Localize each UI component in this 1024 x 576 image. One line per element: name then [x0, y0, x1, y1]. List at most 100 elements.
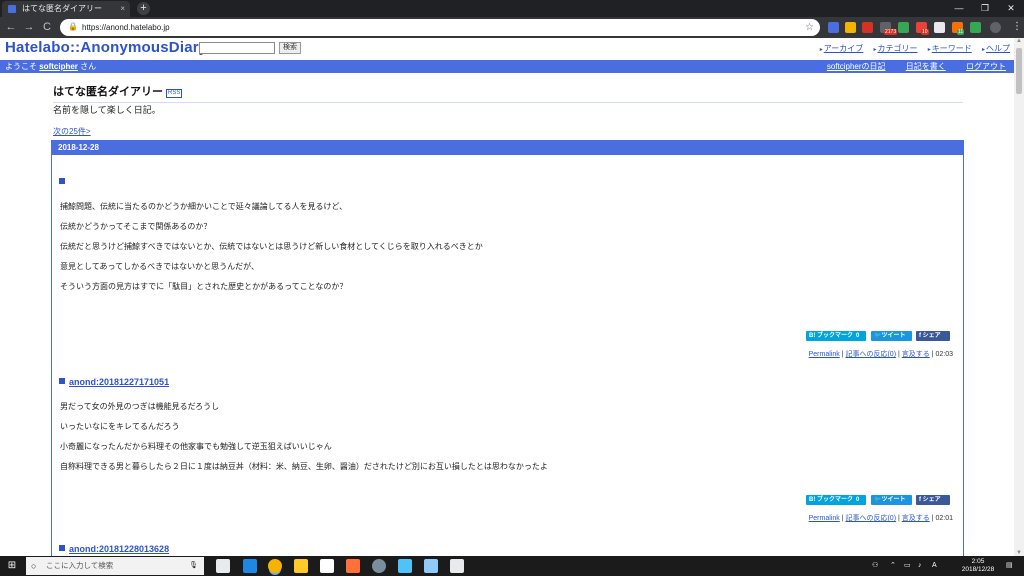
username-link[interactable]: softcipher [39, 62, 78, 71]
page-title[interactable]: はてな匿名ダイアリー [53, 86, 163, 98]
security-app-icon[interactable] [398, 559, 412, 573]
facebook-label: シェア [922, 497, 941, 503]
edge-icon[interactable] [243, 559, 257, 573]
profile-avatar[interactable] [990, 22, 1001, 33]
page-title-block: はてな匿名ダイアリー RSS [53, 82, 963, 103]
new-tab-button[interactable]: + [137, 2, 150, 15]
tray-overflow-icon[interactable]: ⌃ [890, 556, 896, 576]
page-viewport: Hatelabo::AnonymousDiary 検索 アーカイブ カテゴリー … [0, 38, 1014, 556]
entry-paragraph: いったいなにをキレてるんだろう [60, 422, 180, 431]
welcome-suffix: さん [80, 62, 97, 71]
permalink-link[interactable]: Permalink [809, 351, 840, 358]
windows-start-icon[interactable]: ⊞ [0, 556, 24, 576]
tweet-label: ツイート [881, 497, 906, 503]
next-page-link[interactable]: 次の25件> [53, 126, 91, 137]
browser-tabstrip: はてな匿名ダイアリー × + — ❐ ✕ [0, 0, 1024, 17]
tab-active[interactable]: はてな匿名ダイアリー × [2, 1, 130, 17]
entry-marker-icon[interactable] [59, 378, 65, 384]
entry-paragraph: 自称料理できる男と暮らしたら２日に１度は納豆丼（材料：米、納豆、生卵、醤油）ださ… [60, 462, 548, 471]
minimize-button[interactable]: — [946, 0, 972, 17]
taskbar-search-box[interactable]: ○ ここに入力して検索 🎙 [26, 557, 204, 575]
reactions-link[interactable]: 記事への反応(0) [845, 515, 896, 522]
keyword-link[interactable]: キーワード [928, 44, 972, 53]
site-favicon-icon [8, 5, 16, 13]
site-header: Hatelabo::AnonymousDiary 検索 アーカイブ カテゴリー … [0, 38, 1014, 60]
tweet-label: ツイート [881, 333, 906, 339]
tweet-button[interactable]: 🐦ツイート [871, 495, 912, 505]
back-button[interactable]: ← [4, 20, 18, 34]
facebook-share-button[interactable]: f シェア [916, 331, 950, 341]
mention-link[interactable]: 言及する [902, 515, 930, 522]
entry-heading[interactable] [59, 177, 957, 187]
permalink-link[interactable]: Permalink [809, 515, 840, 522]
entry-heading[interactable]: anond:20181227171051 [59, 377, 957, 387]
entry-meta: Permalink | 記事への反応(0) | 言及する | 02:03 [808, 351, 953, 358]
lock-icon: 🔒 [68, 22, 78, 31]
mail-icon[interactable] [346, 559, 360, 573]
entry: 捕鯨問題、伝統に当たるのかどうか細かいことで延々議論してる人を見るけど、 伝統か… [59, 177, 957, 365]
archive-link[interactable]: アーカイブ [820, 44, 864, 53]
people-icon[interactable]: ⚇ [872, 556, 878, 576]
reactions-link[interactable]: 記事への反応(0) [845, 351, 896, 358]
maximize-button[interactable]: ❐ [972, 0, 998, 17]
hatena-bookmark-button[interactable]: B! ブックマーク 0 [806, 331, 866, 341]
scrollbar-thumb[interactable] [1016, 48, 1022, 94]
search-icon: ○ [31, 561, 37, 571]
microphone-icon[interactable]: 🎙 [189, 557, 198, 575]
my-diary-link[interactable]: softcipherの日記 [827, 62, 886, 71]
firefox-icon[interactable] [372, 559, 386, 573]
extension-icon[interactable] [845, 22, 856, 33]
mention-link[interactable]: 言及する [902, 351, 930, 358]
extension-icon[interactable] [898, 22, 909, 33]
notification-center-icon[interactable]: ▤ [1006, 556, 1013, 576]
app-icon[interactable] [450, 559, 464, 573]
user-links: softcipherの日記 日記を書く ログアウト [809, 60, 1006, 73]
scroll-up-icon[interactable]: ▲ [1014, 38, 1024, 44]
entry-time: 02:03 [935, 351, 953, 358]
hatena-label: B! ブックマーク [809, 497, 853, 503]
url-text: https://anond.hatelabo.jp [82, 23, 170, 32]
volume-icon[interactable]: ♪ [918, 556, 922, 576]
address-bar[interactable]: 🔒 https://anond.hatelabo.jp ☆ [60, 19, 820, 36]
ime-mode-icon[interactable]: A [932, 556, 937, 576]
forward-button[interactable]: → [22, 20, 36, 34]
page-scrollbar[interactable]: ▲ ▼ [1014, 38, 1024, 556]
logout-link[interactable]: ログアウト [966, 62, 1006, 71]
task-view-icon[interactable] [216, 559, 230, 573]
search-button[interactable]: 検索 [279, 42, 301, 54]
extension-icon[interactable] [934, 22, 945, 33]
extension-icon[interactable] [828, 22, 839, 33]
store-icon[interactable] [320, 559, 334, 573]
site-logo[interactable]: Hatelabo::AnonymousDiary [5, 39, 207, 56]
help-link[interactable]: ヘルプ [982, 44, 1010, 53]
browser-menu-icon[interactable]: ⋮ [1012, 20, 1022, 34]
chrome-icon[interactable] [268, 559, 282, 573]
tagline: 名前を隠して楽しく日記。 [53, 105, 161, 115]
day-heading: 2018-12-28 [52, 141, 963, 155]
category-link[interactable]: カテゴリー [873, 44, 918, 53]
extension-icon[interactable] [862, 22, 873, 33]
entry-title-link[interactable]: anond:20181228013628 [69, 544, 169, 554]
hatena-bookmark-button[interactable]: B! ブックマーク 0 [806, 495, 866, 505]
extension-icon[interactable] [970, 22, 981, 33]
write-diary-link[interactable]: 日記を書く [906, 62, 946, 71]
entry: anond:20181228013628 [59, 544, 957, 556]
rss-badge[interactable]: RSS [166, 89, 183, 98]
entry-heading[interactable]: anond:20181228013628 [59, 544, 957, 554]
entry-marker-icon[interactable] [59, 178, 65, 184]
file-explorer-icon[interactable] [294, 559, 308, 573]
taskbar-clock[interactable]: 2:05 2018/12/28 [956, 558, 1000, 574]
entry-title-link[interactable]: anond:20181227171051 [69, 377, 169, 387]
tab-close-icon[interactable]: × [120, 1, 125, 17]
facebook-share-button[interactable]: f シェア [916, 495, 950, 505]
bookmark-star-icon[interactable]: ☆ [805, 19, 814, 36]
tab-title: はてな匿名ダイアリー [22, 4, 102, 13]
reload-button[interactable]: C [40, 20, 54, 34]
entry-marker-icon[interactable] [59, 545, 65, 551]
steam-icon[interactable] [424, 559, 438, 573]
hatena-count: 0 [856, 497, 860, 503]
network-icon[interactable]: ▭ [904, 556, 911, 576]
tweet-button[interactable]: 🐦ツイート [871, 331, 912, 341]
search-input[interactable] [199, 42, 275, 54]
close-window-button[interactable]: ✕ [998, 0, 1024, 17]
